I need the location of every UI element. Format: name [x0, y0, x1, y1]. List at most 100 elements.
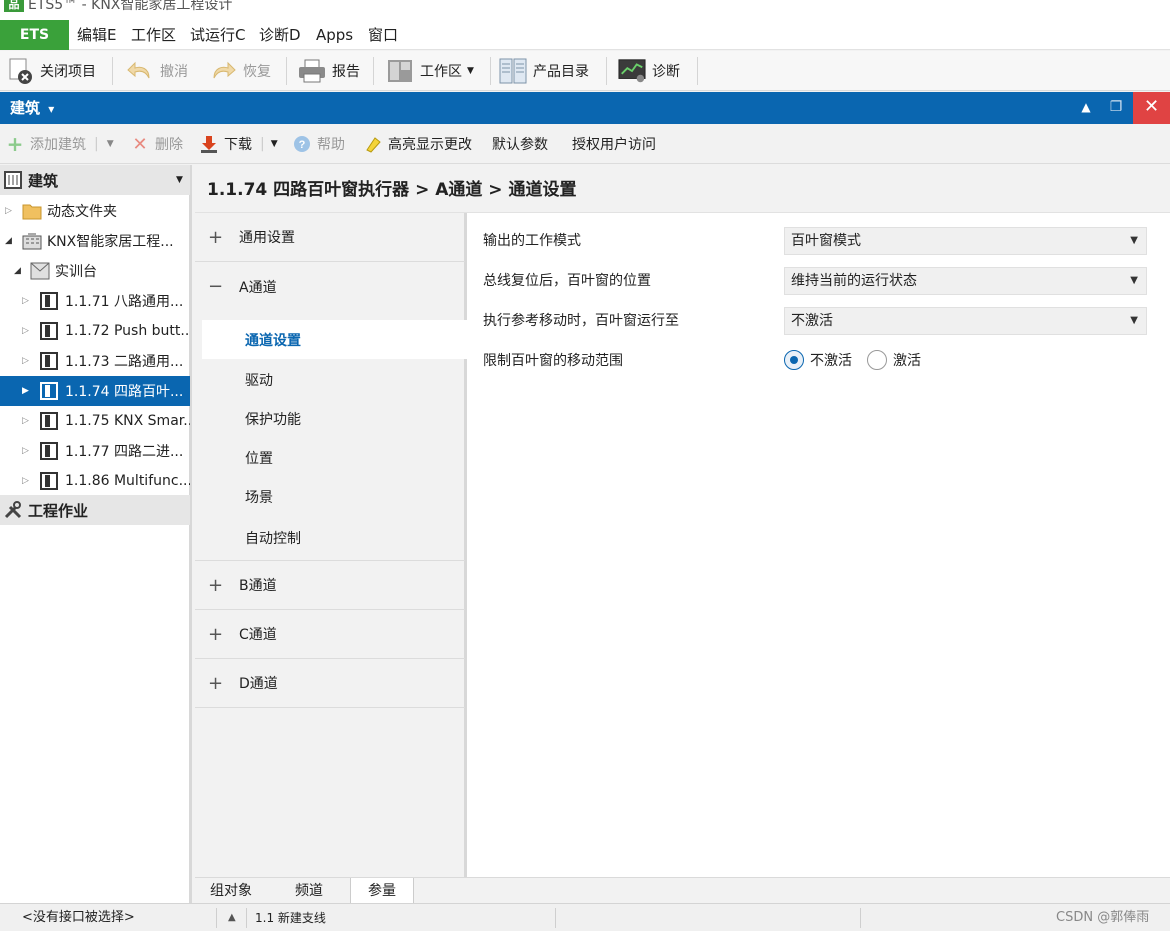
add-building-label: 添加建筑 — [30, 137, 86, 153]
output-mode-select[interactable]: 百叶窗模式 ▼ — [784, 227, 1147, 255]
tree-item-device[interactable]: ▷ 1.1.86 Multifunc... — [0, 466, 190, 496]
nav-channel-c[interactable]: + C通道 — [195, 610, 465, 659]
nav-channel-a[interactable]: − A通道 — [195, 262, 465, 311]
tab-parameters[interactable]: 参量 — [350, 878, 414, 904]
collapse-arrow-icon[interactable]: ◢ — [14, 266, 21, 276]
select-value: 不激活 — [791, 313, 833, 329]
product-catalog-button[interactable]: 产品目录 — [499, 55, 589, 87]
default-parameters-button[interactable]: 默认参数 — [492, 133, 548, 155]
divider — [216, 908, 217, 928]
menubar: ETS 编辑E 工作区 试运行C 诊断D Apps 窗口 — [0, 20, 1170, 50]
menu-workspace[interactable]: 工作区 — [131, 20, 176, 50]
tab-channels[interactable]: 频道 — [273, 878, 345, 904]
restore-window-icon[interactable]: ❐ — [1102, 92, 1130, 124]
tree-item-device[interactable]: ▷ 1.1.77 四路二进... — [0, 436, 190, 466]
breadcrumb: 1.1.74 四路百叶窗执行器 > A通道 > 通道设置 — [195, 165, 1170, 213]
nav-drive[interactable]: 驱动 — [195, 360, 465, 399]
authorize-user-access-button[interactable]: 授权用户访问 — [572, 133, 656, 155]
highlight-changes-button[interactable]: 高亮显示更改 — [364, 133, 472, 155]
building-icon — [4, 171, 22, 193]
highlight-changes-label: 高亮显示更改 — [388, 137, 472, 153]
status-bar: <没有接口被选择> ▲ 1.1 新建支线 CSDN @郭俸雨 — [0, 903, 1170, 931]
expand-arrow-icon[interactable]: ▷ — [22, 326, 29, 336]
menu-window[interactable]: 窗口 — [368, 20, 398, 50]
nav-channel-settings[interactable]: 通道设置 — [202, 320, 472, 359]
close-project-button[interactable]: 关闭项目 — [6, 55, 96, 87]
tree-item-device[interactable]: ▷ 1.1.75 KNX Smar... — [0, 406, 190, 436]
redo-button[interactable]: 恢复 — [209, 55, 271, 87]
tree-header[interactable]: 建筑 ▼ — [0, 165, 190, 195]
menu-diagnostics[interactable]: 诊断D — [259, 20, 301, 50]
tree-item-device-selected[interactable]: ▶ 1.1.74 四路百叶... — [0, 376, 190, 406]
expand-arrow-icon[interactable]: ▷ — [5, 206, 12, 216]
expand-arrow-icon[interactable]: ▷ — [22, 476, 29, 486]
default-parameters-label: 默认参数 — [492, 137, 548, 153]
window-titlebar: 品 ETS5™ - KNX智能家居工程设计 — [0, 0, 1170, 20]
toolbar-divider — [373, 57, 374, 85]
interface-status[interactable]: <没有接口被选择> — [22, 904, 135, 931]
main-toolbar: 关闭项目 撤消 恢复 报告 工作区 ▼ 产品目录 诊断 — [0, 51, 1170, 91]
report-label: 报告 — [332, 64, 360, 80]
tab-group-objects[interactable]: 组对象 — [195, 878, 267, 904]
add-building-button[interactable]: + 添加建筑 | ▼ — [6, 132, 114, 156]
download-label: 下载 — [224, 137, 252, 153]
help-button[interactable]: ? 帮助 — [293, 133, 345, 155]
nav-general-settings[interactable]: + 通用设置 — [195, 213, 465, 262]
expand-arrow-icon[interactable]: ▷ — [22, 296, 29, 306]
nav-protection[interactable]: 保护功能 — [195, 399, 465, 438]
radio-unchecked-icon — [867, 350, 887, 370]
window-title: ETS5™ - KNX智能家居工程设计 — [28, 0, 233, 13]
collapse-arrow-icon[interactable]: ◢ — [5, 236, 12, 246]
menu-commissioning[interactable]: 试运行C — [190, 20, 245, 50]
bus-reset-position-select[interactable]: 维持当前的运行状态 ▼ — [784, 267, 1147, 295]
nav-scene[interactable]: 场景 — [195, 477, 465, 516]
expand-arrow-icon[interactable]: ▷ — [22, 356, 29, 366]
param-label: 总线复位后，百叶窗的位置 — [483, 273, 651, 289]
tree-item-project[interactable]: ◢ KNX智能家居工程... — [0, 226, 190, 256]
expand-arrow-icon[interactable]: ▷ — [22, 416, 29, 426]
project-work-header[interactable]: 工程作业 — [0, 495, 190, 525]
device-icon — [40, 442, 58, 460]
chevron-down-icon: ▼ — [106, 139, 114, 149]
tree-item-device[interactable]: ▷ 1.1.73 二路通用... — [0, 346, 190, 376]
redo-label: 恢复 — [243, 64, 271, 80]
expand-up-icon[interactable]: ▲ — [228, 904, 236, 931]
building-view-dropdown[interactable]: 建筑 ▾ — [10, 92, 54, 125]
delete-button[interactable]: ✕ 删除 — [131, 133, 183, 155]
radio-inactive[interactable]: 不激活 — [784, 350, 852, 370]
undo-button[interactable]: 撤消 — [126, 55, 188, 87]
report-button[interactable]: 报告 — [298, 55, 360, 87]
device-icon — [40, 382, 58, 400]
expand-arrow-icon[interactable]: ▷ — [22, 446, 29, 456]
toolbar-divider — [697, 57, 698, 85]
tree-item-device[interactable]: ▷ 1.1.72 Push butt... — [0, 316, 190, 346]
tree-item-training-bench[interactable]: ◢ 实训台 — [0, 256, 190, 286]
tree-item-label: 动态文件夹 — [47, 204, 117, 220]
tree-header-label: 建筑 — [28, 171, 59, 190]
menu-apps[interactable]: Apps — [316, 20, 353, 50]
expand-arrow-icon[interactable]: ▶ — [22, 386, 29, 396]
menu-edit[interactable]: 编辑E — [77, 20, 116, 50]
minus-icon: − — [208, 276, 224, 297]
nav-auto-control[interactable]: 自动控制 — [195, 516, 465, 561]
tree-item-dynamic-folder[interactable]: ▷ 动态文件夹 — [0, 196, 190, 226]
chevron-down-icon: ▼ — [467, 66, 474, 76]
tree-item-device[interactable]: ▷ 1.1.71 八路通用... — [0, 286, 190, 316]
collapse-up-icon[interactable]: ▲ — [1072, 92, 1100, 124]
reference-move-select[interactable]: 不激活 ▼ — [784, 307, 1147, 335]
nav-channel-d[interactable]: + D通道 — [195, 659, 465, 708]
nav-channel-b[interactable]: + B通道 — [195, 561, 465, 610]
undo-icon — [126, 57, 154, 85]
nav-label: 保护功能 — [245, 411, 301, 428]
ets-menu-button[interactable]: ETS — [0, 20, 69, 50]
building-view-title: 建筑 — [10, 99, 41, 117]
tree-item-label: 1.1.71 八路通用... — [65, 294, 184, 310]
nav-position[interactable]: 位置 — [195, 438, 465, 477]
workspace-dropdown-button[interactable]: 工作区 ▼ — [386, 55, 474, 87]
close-panel-button[interactable]: ✕ — [1133, 92, 1170, 124]
diagnostics-button[interactable]: 诊断 — [618, 55, 680, 87]
download-button[interactable]: 下载 | ▼ — [200, 133, 278, 155]
radio-active[interactable]: 激活 — [867, 350, 921, 370]
tree-item-label: 实训台 — [55, 264, 97, 280]
device-icon — [40, 352, 58, 370]
